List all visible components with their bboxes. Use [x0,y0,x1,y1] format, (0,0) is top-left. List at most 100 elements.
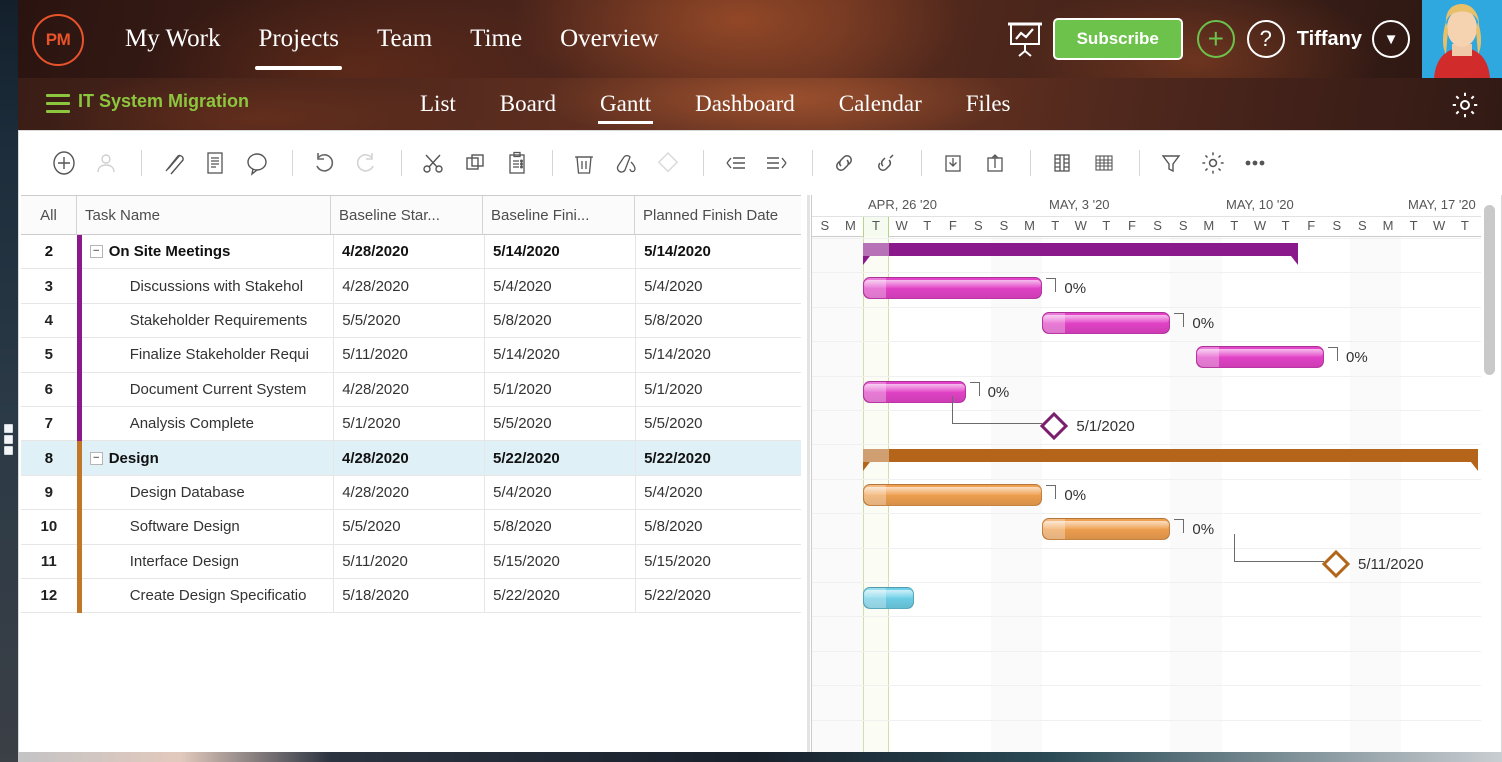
gantt-milestone[interactable] [1040,412,1068,440]
task-name-cell[interactable]: Discussions with Stakehol [82,269,335,302]
gantt-plot-area[interactable]: 0%0%0%0%5/1/20200%0%5/11/2020 [812,237,1481,762]
planned-finish-cell[interactable]: 5/14/2020 [636,235,801,268]
attach-file-icon[interactable] [154,144,192,182]
baseline-start-cell[interactable]: 5/18/2020 [334,579,485,612]
table-row[interactable]: 3Discussions with Stakehol4/28/20205/4/2… [21,269,801,303]
gantt-task-bar[interactable] [863,381,965,403]
nav-item-my-work[interactable]: My Work [106,0,239,78]
assign-resource-icon[interactable] [87,144,125,182]
project-name[interactable]: IT System Migration [78,91,249,112]
nav-item-team[interactable]: Team [358,0,451,78]
columns-icon[interactable] [1043,144,1081,182]
copy-icon[interactable] [456,144,494,182]
baseline-finish-cell[interactable]: 5/15/2020 [485,545,636,578]
baseline-start-cell[interactable]: 4/28/2020 [334,235,485,268]
planned-finish-cell[interactable]: 5/15/2020 [636,545,801,578]
pane-splitter[interactable] [807,195,810,762]
planned-finish-cell[interactable]: 5/4/2020 [636,269,801,302]
indent-icon[interactable] [758,144,796,182]
tab-dashboard[interactable]: Dashboard [673,78,817,130]
task-name-cell[interactable]: −On Site Meetings [82,235,334,268]
task-name-cell[interactable]: Create Design Specificatio [82,579,335,612]
delete-icon[interactable] [565,144,603,182]
table-row[interactable]: 5Finalize Stakeholder Requi5/11/20205/14… [21,338,801,372]
planned-finish-cell[interactable]: 5/8/2020 [636,510,801,543]
planned-finish-cell[interactable]: 5/4/2020 [636,476,801,509]
gantt-task-bar[interactable] [1042,312,1170,334]
baseline-finish-cell[interactable]: 5/22/2020 [485,441,636,474]
table-row[interactable]: 9Design Database4/28/20205/4/20205/4/202… [21,476,801,510]
app-logo[interactable]: PM [32,14,84,66]
grid-icon[interactable] [1085,144,1123,182]
gantt-task-bar[interactable] [863,277,1042,299]
settings-icon[interactable] [1194,144,1232,182]
tab-files[interactable]: Files [944,78,1033,130]
cut-icon[interactable] [414,144,452,182]
chevron-down-circle-icon[interactable]: ▼ [1372,20,1410,58]
collapse-expand-icon[interactable]: − [90,245,103,258]
table-row[interactable]: 6Document Current System4/28/20205/1/202… [21,373,801,407]
task-name-cell[interactable]: −Design [82,441,334,474]
planned-finish-cell[interactable]: 5/14/2020 [636,338,801,371]
collapse-expand-icon[interactable]: − [90,452,103,465]
presentation-chart-icon[interactable] [997,0,1053,78]
unlink-tasks-icon[interactable] [867,144,905,182]
gantt-summary-bar[interactable] [863,243,1298,256]
baseline-finish-cell[interactable]: 5/8/2020 [485,304,636,337]
add-task-icon[interactable] [45,144,83,182]
scrollbar-thumb[interactable] [1484,205,1495,375]
tab-board[interactable]: Board [478,78,578,130]
redo-icon[interactable] [347,144,385,182]
planned-finish-cell[interactable]: 5/22/2020 [636,579,801,612]
baseline-start-cell[interactable]: 5/11/2020 [334,545,485,578]
task-name-cell[interactable]: Interface Design [82,545,335,578]
baseline-start-cell[interactable]: 5/5/2020 [334,304,485,337]
gantt-task-bar[interactable] [1042,518,1170,540]
task-name-cell[interactable]: Analysis Complete [82,407,335,440]
baseline-finish-cell[interactable]: 5/14/2020 [485,235,636,268]
hamburger-icon[interactable] [46,94,70,113]
more-icon[interactable] [1236,144,1274,182]
column-header-task-name[interactable]: Task Name [77,196,331,234]
table-row[interactable]: 10Software Design5/5/20205/8/20205/8/202… [21,510,801,544]
baseline-start-cell[interactable]: 5/11/2020 [334,338,485,371]
outdent-icon[interactable] [716,144,754,182]
baseline-finish-cell[interactable]: 5/4/2020 [485,476,636,509]
baseline-finish-cell[interactable]: 5/8/2020 [485,510,636,543]
baseline-start-cell[interactable]: 4/28/2020 [334,476,485,509]
baseline-start-cell[interactable]: 4/28/2020 [334,441,485,474]
baseline-start-cell[interactable]: 5/5/2020 [334,510,485,543]
nav-item-projects[interactable]: Projects [239,0,358,78]
gantt-task-bar[interactable] [863,484,1042,506]
nav-item-overview[interactable]: Overview [541,0,678,78]
gantt-vertical-scrollbar[interactable] [1484,201,1495,761]
filter-icon[interactable] [1152,144,1190,182]
undo-icon[interactable] [305,144,343,182]
gantt-task-bar[interactable] [1196,346,1324,368]
tab-list[interactable]: List [398,78,478,130]
baseline-finish-cell[interactable]: 5/14/2020 [485,338,636,371]
paste-icon[interactable] [498,144,536,182]
task-name-cell[interactable]: Document Current System [82,373,335,406]
avatar[interactable] [1422,0,1502,78]
task-name-cell[interactable]: Design Database [82,476,335,509]
baseline-finish-cell[interactable]: 5/1/2020 [485,373,636,406]
tab-calendar[interactable]: Calendar [817,78,944,130]
gantt-milestone[interactable] [1322,549,1350,577]
baseline-start-cell[interactable]: 5/1/2020 [334,407,485,440]
notes-icon[interactable] [196,144,234,182]
import-icon[interactable] [934,144,972,182]
planned-finish-cell[interactable]: 5/8/2020 [636,304,801,337]
table-row[interactable]: 8−Design4/28/20205/22/20205/22/2020 [21,441,801,475]
column-header-baseline-finish[interactable]: Baseline Fini... [483,196,635,234]
column-header-all[interactable]: All [21,196,77,234]
fill-color-icon[interactable] [607,144,645,182]
table-row[interactable]: 12Create Design Specificatio5/18/20205/2… [21,579,801,613]
baseline-finish-cell[interactable]: 5/4/2020 [485,269,636,302]
table-row[interactable]: 4Stakeholder Requirements5/5/20205/8/202… [21,304,801,338]
gantt-summary-bar[interactable] [863,449,1477,462]
gear-icon[interactable] [1450,90,1480,120]
task-name-cell[interactable]: Software Design [82,510,335,543]
nav-item-time[interactable]: Time [451,0,541,78]
baseline-finish-cell[interactable]: 5/22/2020 [485,579,636,612]
